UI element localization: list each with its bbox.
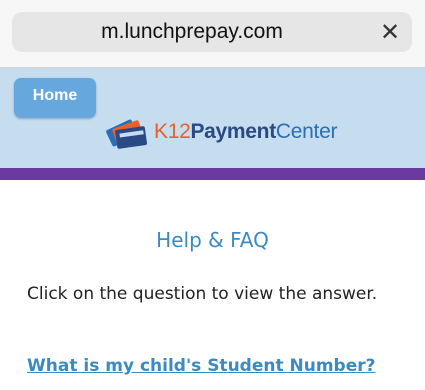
intro-text: Click on the question to view the answer…	[27, 284, 378, 304]
url-field[interactable]: m.lunchprepay.com ✕	[12, 12, 412, 52]
logo-text-payment: Payment	[190, 120, 276, 143]
k12-payment-center-logo[interactable]: K12PaymentCenter	[102, 112, 337, 152]
home-button[interactable]: Home	[14, 78, 96, 118]
faq-question-link[interactable]: What is my child's Student Number?	[27, 356, 376, 376]
accent-bar	[0, 168, 425, 180]
logo-text: K12PaymentCenter	[154, 120, 337, 144]
logo-text-k12: K12	[154, 120, 191, 143]
site-header: Home K12PaymentCenter	[0, 68, 425, 168]
browser-address-bar: m.lunchprepay.com ✕	[0, 0, 425, 68]
close-icon[interactable]: ✕	[372, 12, 408, 52]
logo-cards-icon	[106, 119, 147, 149]
logo-text-center: Center	[275, 120, 338, 143]
page-title: Help & FAQ	[156, 228, 269, 252]
url-text[interactable]: m.lunchprepay.com	[12, 12, 372, 52]
